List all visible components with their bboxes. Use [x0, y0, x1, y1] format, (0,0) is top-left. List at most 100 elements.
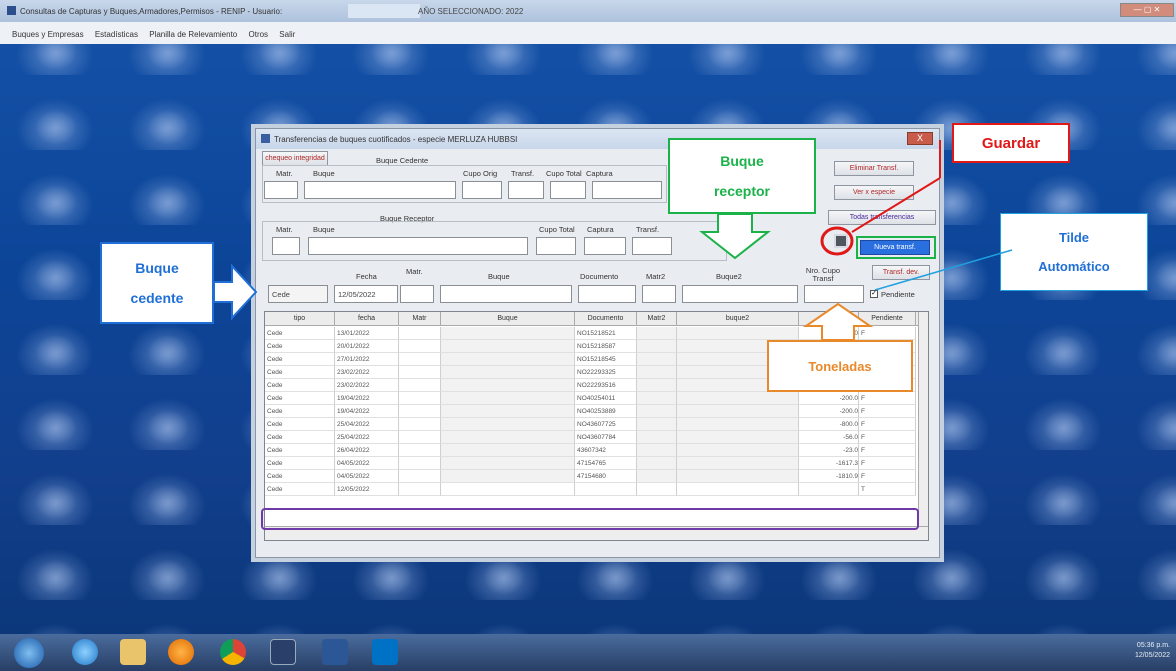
grid-cell[interactable] [677, 392, 799, 405]
grid-cell[interactable]: T [859, 483, 916, 496]
grid-cell[interactable]: 04/05/2022 [335, 457, 399, 470]
menu-estadisticas[interactable]: Estadísticas [95, 30, 138, 39]
grid-cell[interactable] [637, 366, 677, 379]
grid-cell[interactable]: 23/02/2022 [335, 366, 399, 379]
grid-cell[interactable] [637, 444, 677, 457]
grid-cell[interactable]: F [859, 418, 916, 431]
taskbar-clock[interactable]: 05:36 p.m. 12/05/2022 [1135, 641, 1170, 661]
grid-cell[interactable] [637, 431, 677, 444]
grid-cell[interactable] [637, 470, 677, 483]
entry-cupo-transf-field[interactable] [804, 285, 864, 303]
grid-cell[interactable] [677, 457, 799, 470]
eliminar-transf-button[interactable]: Eliminar Transf. [834, 161, 914, 176]
grid-cell[interactable] [441, 366, 575, 379]
grid-cell[interactable]: NO43607784 [575, 431, 637, 444]
menu-salir[interactable]: Salir [279, 30, 295, 39]
entry-matr-field[interactable] [400, 285, 434, 303]
grid-cell[interactable]: NO15218587 [575, 340, 637, 353]
menu-otros[interactable]: Otros [249, 30, 269, 39]
grid-cell[interactable]: -2.0 [799, 327, 859, 340]
grid-cell[interactable]: NO22293516 [575, 379, 637, 392]
grid-cell[interactable]: F [859, 444, 916, 457]
grid-cell[interactable] [399, 444, 441, 457]
table-row[interactable]: Cede 25/04/2022 NO43607784 -56.0 F [265, 431, 928, 444]
grid-cell[interactable]: 25/04/2022 [335, 418, 399, 431]
table-row[interactable]: Cede 12/05/2022 T [265, 483, 928, 496]
media-player-icon[interactable] [168, 639, 194, 665]
grid-cell[interactable]: NO43607725 [575, 418, 637, 431]
file-explorer-icon[interactable] [120, 639, 146, 665]
cedente-cupo-total-field[interactable] [550, 181, 586, 199]
grid-cell[interactable]: -1810.9 [799, 470, 859, 483]
grid-cell[interactable]: 27/01/2022 [335, 353, 399, 366]
grid-cell[interactable] [441, 392, 575, 405]
word-icon[interactable] [322, 639, 348, 665]
grid-cell[interactable]: Cede [265, 392, 335, 405]
grid-column-header[interactable]: Documento [575, 312, 637, 326]
grid-cell[interactable] [677, 327, 799, 340]
grid-cell[interactable] [441, 353, 575, 366]
grid-cell[interactable]: Cede [265, 340, 335, 353]
grid-cell[interactable] [441, 470, 575, 483]
receptor-matr-field[interactable] [272, 237, 300, 255]
nueva-transf-button[interactable]: Nueva transf. [860, 240, 930, 255]
grid-cell[interactable]: NO40254011 [575, 392, 637, 405]
todas-transferencias-button[interactable]: Todas transferencias [828, 210, 936, 225]
grid-cell[interactable] [399, 392, 441, 405]
receptor-captura-field[interactable] [584, 237, 626, 255]
grid-cell[interactable]: 25/04/2022 [335, 431, 399, 444]
table-row[interactable]: Cede 19/04/2022 NO40253889 -200.0 F [265, 405, 928, 418]
grid-cell[interactable] [399, 327, 441, 340]
table-row[interactable]: Cede 25/04/2022 NO43607725 -800.0 F [265, 418, 928, 431]
grid-vertical-scrollbar[interactable] [918, 312, 928, 528]
grid-cell[interactable]: -1617.3 [799, 457, 859, 470]
grid-column-header[interactable]: tipo [265, 312, 335, 326]
grid-cell[interactable]: Cede [265, 457, 335, 470]
grid-cell[interactable] [637, 327, 677, 340]
cedente-captura-field[interactable] [592, 181, 662, 199]
grid-column-header[interactable]: Matr [399, 312, 441, 326]
ver-x-especie-button[interactable]: Ver x especie [834, 185, 914, 200]
table-row[interactable]: Cede 13/01/2022 NO15218521 -2.0 F [265, 327, 928, 340]
grid-cell[interactable]: NO15218521 [575, 327, 637, 340]
grid-cell[interactable]: 04/05/2022 [335, 470, 399, 483]
receptor-buque-field[interactable] [308, 237, 528, 255]
grid-cell[interactable] [399, 405, 441, 418]
grid-cell[interactable] [637, 340, 677, 353]
menu-buques-empresas[interactable]: Buques y Empresas [12, 30, 84, 39]
cedente-buque-field[interactable] [304, 181, 456, 199]
grid-cell[interactable] [441, 444, 575, 457]
transf-dev-button[interactable]: Transf. dev. [872, 265, 930, 280]
grid-cell[interactable]: F [859, 327, 916, 340]
grid-cell[interactable] [637, 379, 677, 392]
grid-cell[interactable] [441, 379, 575, 392]
grid-cell[interactable]: Cede [265, 418, 335, 431]
save-icon[interactable] [834, 234, 848, 248]
menu-planilla[interactable]: Planilla de Relevamiento [149, 30, 237, 39]
table-row[interactable]: Cede 26/04/2022 43607342 -23.0 F [265, 444, 928, 457]
grid-cell[interactable]: -200.0 [799, 392, 859, 405]
grid-cell[interactable] [637, 418, 677, 431]
window-controls[interactable]: — ▢ ✕ [1120, 3, 1174, 17]
grid-column-header[interactable]: fecha [335, 312, 399, 326]
grid-cell[interactable]: -56.0 [799, 431, 859, 444]
grid-cell[interactable] [637, 457, 677, 470]
grid-column-header[interactable]: Matr2 [637, 312, 677, 326]
grid-cell[interactable] [399, 470, 441, 483]
grid-cell[interactable] [399, 483, 441, 496]
app-taskbar-icon[interactable] [270, 639, 296, 665]
grid-cell[interactable]: Cede [265, 379, 335, 392]
grid-column-header[interactable]: Buque [441, 312, 575, 326]
chrome-icon[interactable] [220, 639, 246, 665]
grid-cell[interactable]: Cede [265, 366, 335, 379]
entry-matr2-field[interactable] [642, 285, 676, 303]
grid-cell[interactable] [677, 418, 799, 431]
grid-cell[interactable] [399, 418, 441, 431]
cedente-matr-field[interactable] [264, 181, 298, 199]
grid-cell[interactable]: Cede [265, 327, 335, 340]
grid-cell[interactable] [677, 444, 799, 457]
grid-cell[interactable] [799, 483, 859, 496]
entry-documento-field[interactable] [578, 285, 636, 303]
grid-cell[interactable] [399, 457, 441, 470]
grid-cell[interactable]: 19/04/2022 [335, 392, 399, 405]
